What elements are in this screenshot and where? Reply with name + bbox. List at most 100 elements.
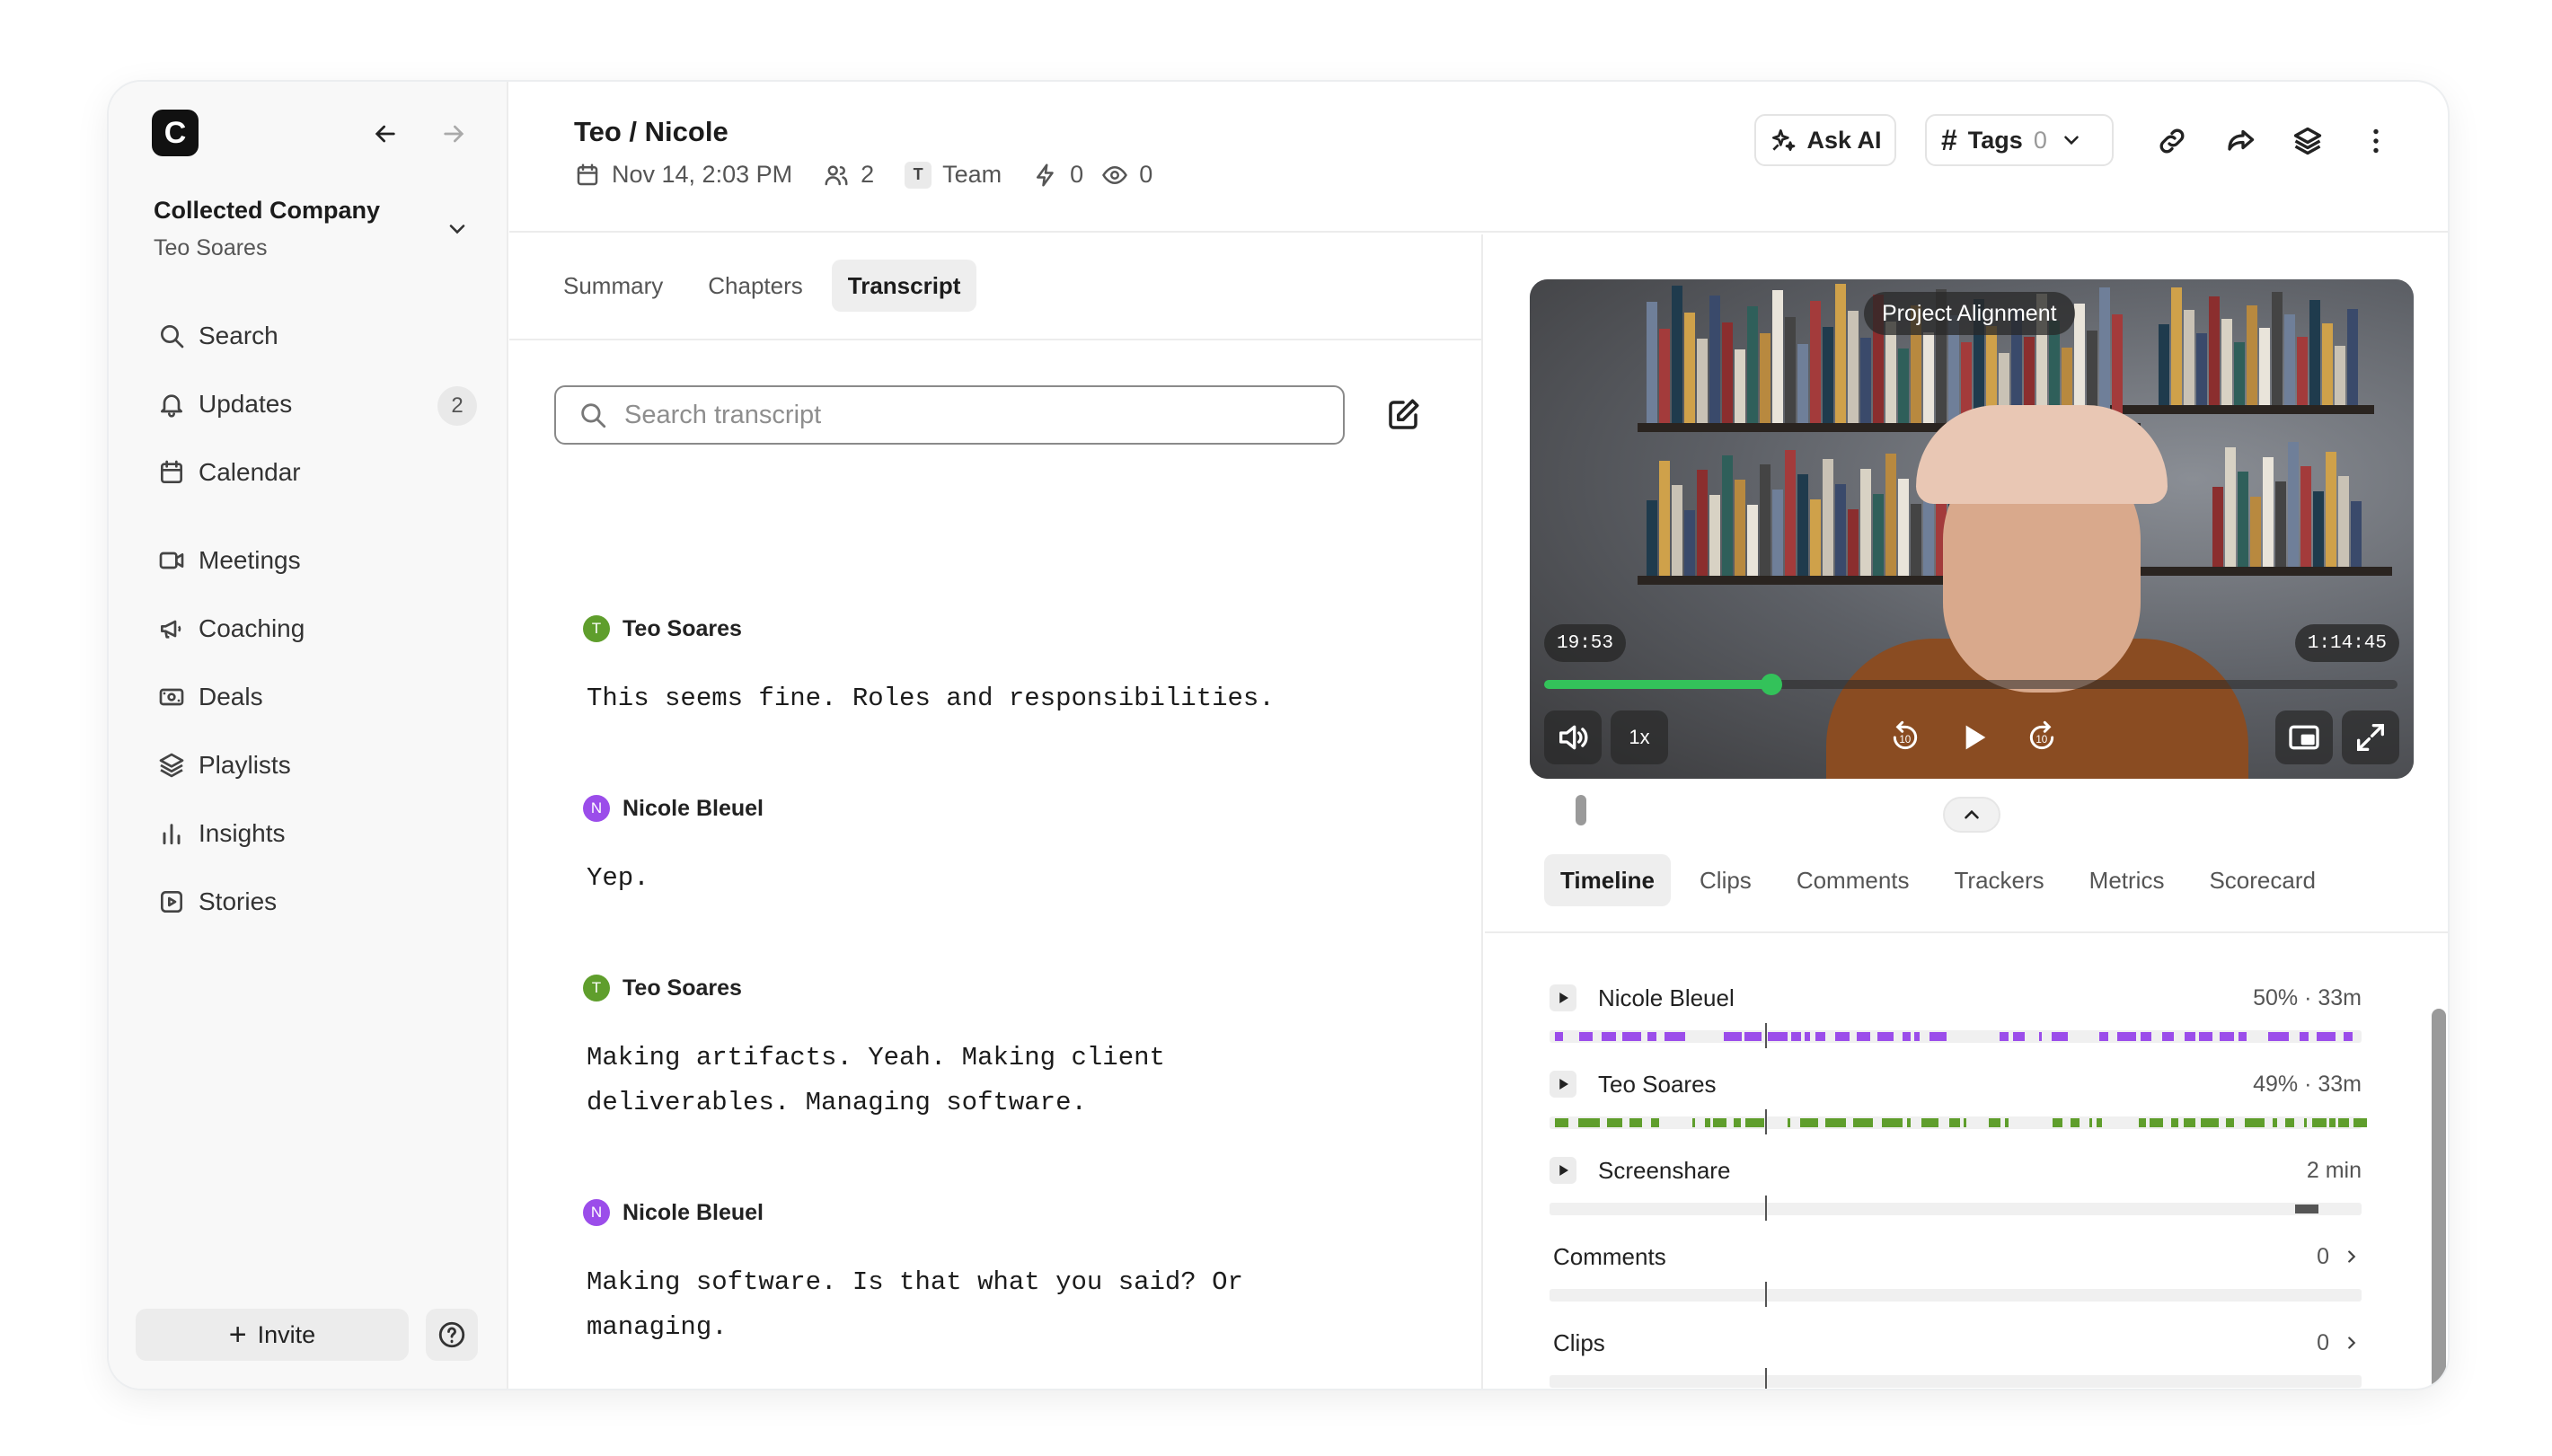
sidebar-menu-top: Search Updates 2 Calendar — [145, 306, 477, 502]
comments-track[interactable] — [1550, 1282, 2362, 1307]
share-button[interactable] — [2221, 121, 2260, 161]
speech-segment — [1929, 1032, 1947, 1041]
eye-icon — [1102, 165, 1128, 184]
play-button[interactable] — [1945, 710, 2002, 764]
utterance-text: Making artifacts. Yeah. Making client de… — [587, 1043, 1165, 1117]
app-logo[interactable]: C — [152, 110, 199, 156]
clips-track[interactable] — [1550, 1368, 2362, 1389]
forward-10-button[interactable]: 10 — [2015, 710, 2069, 764]
forward-10-icon: 10 — [2029, 720, 2054, 750]
speaker[interactable]: N Nicole Bleuel — [583, 795, 1391, 822]
progress-fill — [1544, 680, 1771, 689]
sidebar-item-insights[interactable]: Insights — [145, 804, 477, 863]
participants-count[interactable]: 2 — [823, 161, 874, 189]
speech-segment — [2226, 1118, 2234, 1127]
more-options-button[interactable] — [2356, 121, 2396, 161]
rewind-10-button[interactable]: 10 — [1878, 710, 1932, 764]
timeline-row-comments[interactable]: Comments 0 — [1550, 1239, 2362, 1307]
video-title: Project Alignment — [1864, 292, 2075, 335]
play-icon — [1559, 1165, 1568, 1176]
calendar-icon — [161, 460, 182, 483]
video-progress-bar[interactable] — [1544, 674, 2397, 695]
forward-arrow-icon[interactable] — [437, 118, 470, 150]
play-screenshare-button[interactable] — [1550, 1157, 1576, 1184]
invite-button[interactable]: + Invite — [136, 1309, 409, 1361]
speaker-track[interactable] — [1550, 1023, 2362, 1048]
speech-segment — [2344, 1032, 2353, 1041]
lightning-icon — [1037, 163, 1054, 186]
sidebar-item-label: Coaching — [199, 614, 305, 642]
link-icon — [2159, 128, 2185, 154]
sidebar-item-label: Meetings — [199, 546, 301, 574]
screenshare-track[interactable] — [1550, 1196, 2362, 1221]
speech-segment — [1629, 1118, 1642, 1127]
panel-scrollbar[interactable] — [2432, 1009, 2446, 1389]
help-button[interactable] — [426, 1309, 478, 1361]
book — [1860, 469, 1871, 576]
layers-button[interactable] — [2288, 121, 2327, 161]
current-time: 19:53 — [1544, 624, 1627, 662]
playback-speed-button[interactable]: 1x — [1611, 710, 1668, 764]
clips-count: 0 — [2317, 1329, 2329, 1355]
book — [2238, 472, 2248, 567]
speech-segment — [1805, 1032, 1810, 1041]
tab-metrics[interactable]: Metrics — [2073, 854, 2181, 906]
sidebar-item-stories[interactable]: Stories — [145, 872, 477, 931]
speech-segment — [2317, 1032, 2336, 1041]
org-switcher[interactable]: Collected Company Teo Soares — [154, 197, 477, 261]
views-count[interactable]: 0 — [1101, 161, 1152, 189]
ask-ai-button[interactable]: Ask AI — [1754, 114, 1896, 166]
book — [1873, 493, 1884, 576]
speaker[interactable]: T Teo Soares — [583, 615, 1391, 642]
tab-timeline[interactable]: Timeline — [1544, 854, 1672, 906]
play-speaker-button[interactable] — [1550, 1071, 1576, 1098]
speaker-track[interactable] — [1550, 1109, 2367, 1134]
speech-segment — [1579, 1032, 1593, 1041]
fullscreen-button[interactable] — [2342, 710, 2399, 764]
sidebar-item-meetings[interactable]: Meetings — [145, 531, 477, 590]
video-camera-icon — [159, 552, 184, 569]
edit-transcript-button[interactable] — [1379, 391, 1427, 439]
sidebar-item-coaching[interactable]: Coaching — [145, 599, 477, 658]
book — [1772, 289, 1783, 423]
speech-segment — [2099, 1032, 2108, 1041]
book — [2263, 456, 2274, 567]
copy-link-button[interactable] — [2152, 121, 2192, 161]
play-speaker-button[interactable] — [1550, 984, 1576, 1011]
tab-chapters[interactable]: Chapters — [692, 260, 819, 312]
tab-clips[interactable]: Clips — [1683, 854, 1768, 906]
speech-segment — [1607, 1118, 1622, 1127]
tags-dropdown[interactable]: # Tags 0 — [1925, 114, 2114, 166]
tab-comments[interactable]: Comments — [1780, 854, 1926, 906]
book — [2171, 287, 2182, 405]
views-count-text: 0 — [1139, 161, 1153, 188]
volume-button[interactable] — [1544, 710, 1602, 764]
sidebar-item-calendar[interactable]: Calendar — [145, 443, 477, 502]
speech-segment — [1788, 1118, 1790, 1127]
sidebar-item-playlists[interactable]: Playlists — [145, 736, 477, 795]
sidebar-item-deals[interactable]: Deals — [145, 667, 477, 727]
tab-scorecard[interactable]: Scorecard — [2193, 854, 2332, 906]
picture-in-picture-button[interactable] — [2275, 710, 2333, 764]
sidebar-item-updates[interactable]: Updates 2 — [145, 375, 477, 434]
book — [2351, 500, 2362, 567]
search-input[interactable] — [624, 400, 1325, 430]
speaker[interactable]: N Nicole Bleuel — [583, 1199, 1391, 1226]
back-arrow-icon[interactable] — [369, 118, 402, 150]
sidebar-item-search[interactable]: Search — [145, 306, 477, 366]
transcript-search[interactable] — [554, 385, 1345, 445]
tab-transcript[interactable]: Transcript — [831, 260, 977, 312]
collapse-video-button[interactable] — [1943, 797, 2000, 833]
speaker[interactable]: T Teo Soares — [583, 975, 1391, 1002]
team-label[interactable]: T Team — [905, 161, 1002, 189]
progress-knob[interactable] — [1760, 674, 1782, 695]
playhead-marker — [1765, 1282, 1768, 1307]
tab-trackers[interactable]: Trackers — [1938, 854, 2061, 906]
timeline-stat: 49% · 33m — [2253, 1071, 2362, 1097]
tab-summary[interactable]: Summary — [547, 260, 679, 312]
book — [1848, 311, 1859, 423]
video-player[interactable]: Project Alignment 19:53 1:14:45 1x 10 10 — [1530, 279, 2414, 779]
actions-count[interactable]: 0 — [1032, 161, 1083, 189]
timeline-row-clips[interactable]: Clips 0 — [1550, 1325, 2362, 1389]
book — [2112, 314, 2123, 423]
